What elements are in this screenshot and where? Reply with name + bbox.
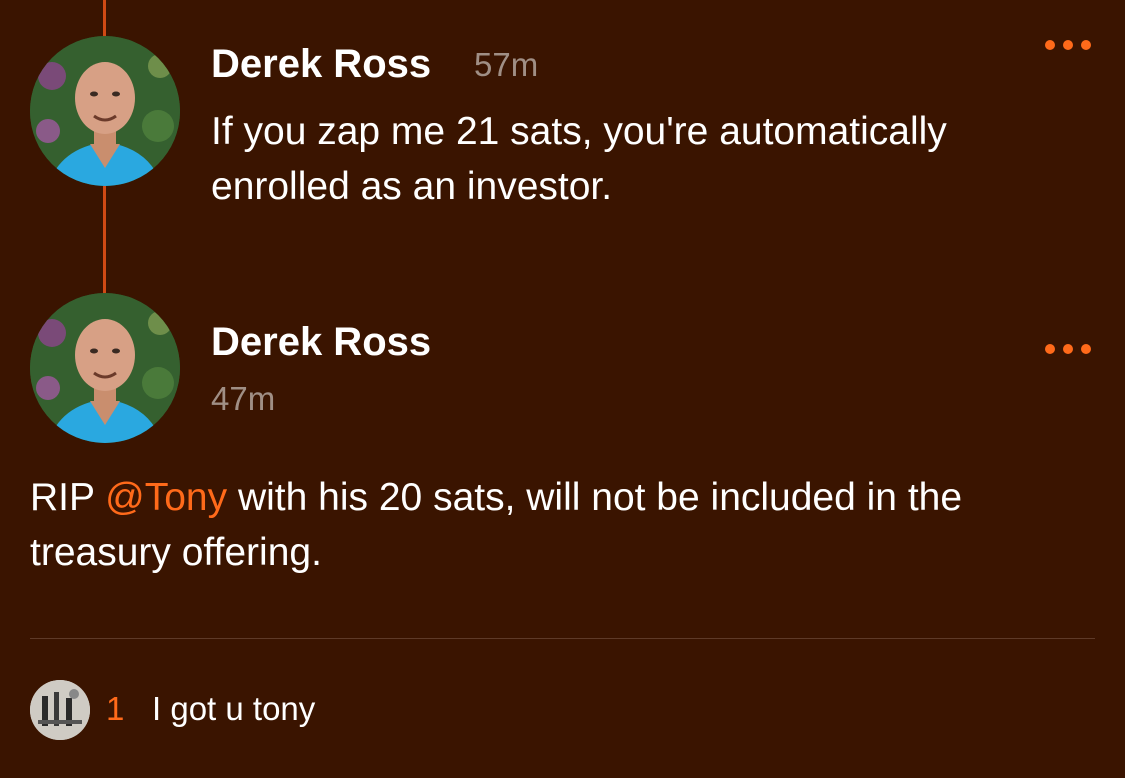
parent-note-author[interactable]: Derek Ross bbox=[211, 42, 431, 87]
main-note-text-start: RIP bbox=[30, 476, 106, 519]
parent-note-text: If you zap me 21 sats, you're automatica… bbox=[211, 110, 947, 208]
parent-note-avatar[interactable] bbox=[30, 36, 180, 186]
main-note-more-button[interactable] bbox=[1045, 342, 1091, 356]
main-note-avatar[interactable] bbox=[30, 293, 180, 443]
reply-avatar bbox=[30, 680, 90, 740]
thread-line-middle bbox=[103, 182, 106, 300]
parent-note-timestamp: 57m bbox=[474, 46, 539, 83]
divider bbox=[30, 638, 1095, 639]
parent-note-more-button[interactable] bbox=[1045, 38, 1091, 52]
reply-count: 1 bbox=[106, 690, 125, 727]
more-horizontal-icon bbox=[1045, 344, 1055, 354]
main-note-timestamp: 47m bbox=[211, 380, 276, 417]
main-note-text: RIP @Tony with his 20 sats, will not be … bbox=[30, 470, 1095, 580]
mention-link[interactable]: @Tony bbox=[105, 476, 227, 519]
more-horizontal-icon bbox=[1045, 40, 1055, 50]
main-note-author[interactable]: Derek Ross bbox=[211, 320, 431, 365]
reply-preview-text: I got u tony bbox=[152, 690, 316, 727]
